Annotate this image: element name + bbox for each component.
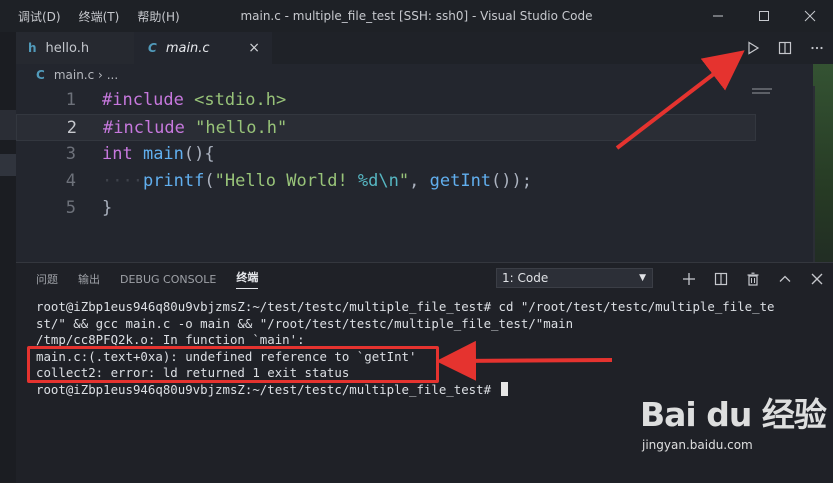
menu-help[interactable]: 帮助(H): [137, 8, 179, 25]
tab-terminal[interactable]: 终端: [236, 269, 259, 289]
code-token: (: [204, 171, 215, 191]
terminal-line: st/" && gcc main.c -o main && "/root/tes…: [36, 315, 574, 331]
tab-main-c[interactable]: C main.c ×: [134, 32, 272, 64]
maximize-icon[interactable]: [741, 0, 787, 32]
activity-bar-item[interactable]: [0, 110, 16, 140]
code-line[interactable]: 3 int main(){: [16, 141, 756, 168]
code-token: ());: [491, 171, 532, 191]
code-token: %d: [357, 171, 379, 191]
maximize-panel-icon[interactable]: [769, 263, 801, 295]
tab-output[interactable]: 输出: [78, 271, 100, 287]
editor-actions: [737, 32, 833, 64]
terminal-select-value: 1: Code: [502, 271, 549, 285]
editor-scrollbar[interactable]: [813, 86, 815, 262]
line-number: 4: [65, 171, 76, 191]
terminal-cursor: [500, 381, 508, 396]
line-code: int main(){: [102, 141, 215, 168]
window-controls: [695, 0, 833, 32]
c-file-icon: C: [148, 41, 157, 55]
code-token: "hello.h": [195, 118, 288, 138]
watermark-url: jingyan.baidu.com: [642, 438, 753, 452]
tab-label: hello.h: [45, 40, 90, 56]
line-code: #include "hello.h": [103, 115, 287, 142]
run-icon[interactable]: [737, 32, 769, 64]
editor-tab-bar: h hello.h C main.c ×: [16, 32, 833, 64]
line-number: 1: [65, 90, 76, 110]
code-token: }: [102, 198, 113, 218]
watermark-logo: Bai du 经验: [640, 395, 827, 434]
tab-debug-console[interactable]: DEBUG CONSOLE: [120, 273, 216, 286]
trash-icon[interactable]: [737, 263, 769, 295]
more-icon[interactable]: [801, 32, 833, 64]
minimize-icon[interactable]: [695, 0, 741, 32]
code-token: "Hello World!: [214, 171, 358, 191]
code-token: ····: [102, 171, 143, 191]
minimap[interactable]: [752, 88, 796, 98]
vscode-window: 调试(D) 终端(T) 帮助(H) main.c - multiple_file…: [0, 0, 833, 483]
panel-tabs: 问题 输出 DEBUG CONSOLE 终端: [16, 263, 259, 295]
breadcrumb-file[interactable]: main.c: [54, 68, 94, 82]
code-token: #include: [103, 118, 196, 138]
menu-terminal[interactable]: 终端(T): [79, 8, 120, 25]
baidu-watermark: Bai du 经验 jingyan.baidu.com: [640, 388, 830, 466]
code-token: #include: [102, 90, 195, 110]
code-editor[interactable]: 1 #include <stdio.h> 2 #include "hello.h" …: [16, 86, 833, 262]
line-code: ····printf("Hello World! %d\n", getInt()…: [102, 168, 532, 195]
tab-close-icon[interactable]: ×: [248, 40, 260, 56]
code-token: (){: [183, 144, 215, 164]
breadcrumb-symbol[interactable]: ...: [107, 68, 118, 82]
code-line-current[interactable]: 2 #include "hello.h": [16, 114, 756, 141]
code-token: <stdio.h>: [194, 90, 287, 110]
code-token: ,: [409, 171, 430, 191]
c-file-icon: C: [36, 68, 45, 82]
terminal-select[interactable]: 1: Code ▼: [496, 268, 653, 288]
line-code: }: [102, 195, 112, 222]
code-line[interactable]: 1 #include <stdio.h>: [16, 87, 756, 114]
tab-label: main.c: [165, 40, 210, 56]
line-code: #include <stdio.h>: [102, 87, 286, 114]
code-line[interactable]: 4 ····printf("Hello World! %d\n", getInt(…: [16, 168, 756, 195]
split-terminal-icon[interactable]: [705, 263, 737, 295]
code-token: printf: [142, 171, 205, 191]
activity-bar-item[interactable]: [0, 154, 16, 176]
error-highlight-box: [27, 346, 439, 383]
menu-bar: 调试(D) 终端(T) 帮助(H): [18, 8, 180, 25]
code-token: \n: [378, 171, 399, 191]
line-number: 3: [65, 144, 76, 164]
activity-bar-edge: [0, 32, 16, 482]
panel-actions: [673, 263, 833, 295]
code-line[interactable]: 5}: [16, 195, 756, 222]
code-token: ": [398, 171, 410, 191]
add-terminal-icon[interactable]: [673, 263, 705, 295]
close-panel-icon[interactable]: [801, 263, 833, 295]
code-token: main: [142, 144, 184, 164]
tab-problems[interactable]: 问题: [36, 271, 58, 287]
code-token: int: [102, 144, 143, 164]
tab-hello-h[interactable]: h hello.h: [16, 32, 134, 64]
terminal-line: root@iZbp1eus946q80u9vbjzmsZ:~/test/test…: [36, 299, 775, 314]
terminal-prompt: root@iZbp1eus946q80u9vbjzmsZ:~/test/test…: [36, 381, 499, 397]
chevron-down-icon: ▼: [639, 273, 646, 283]
title-bar: 调试(D) 终端(T) 帮助(H) main.c - multiple_file…: [0, 0, 833, 32]
breadcrumb: Cmain.c › ...: [36, 68, 118, 82]
line-number: 5: [65, 198, 76, 218]
menu-debug[interactable]: 调试(D): [18, 8, 61, 25]
line-number: 2: [66, 118, 77, 138]
code-token: getInt: [429, 171, 492, 191]
close-icon[interactable]: [787, 0, 833, 32]
split-editor-icon[interactable]: [769, 32, 801, 64]
breadcrumb-separator: ›: [98, 68, 103, 82]
h-file-icon: h: [28, 41, 37, 55]
